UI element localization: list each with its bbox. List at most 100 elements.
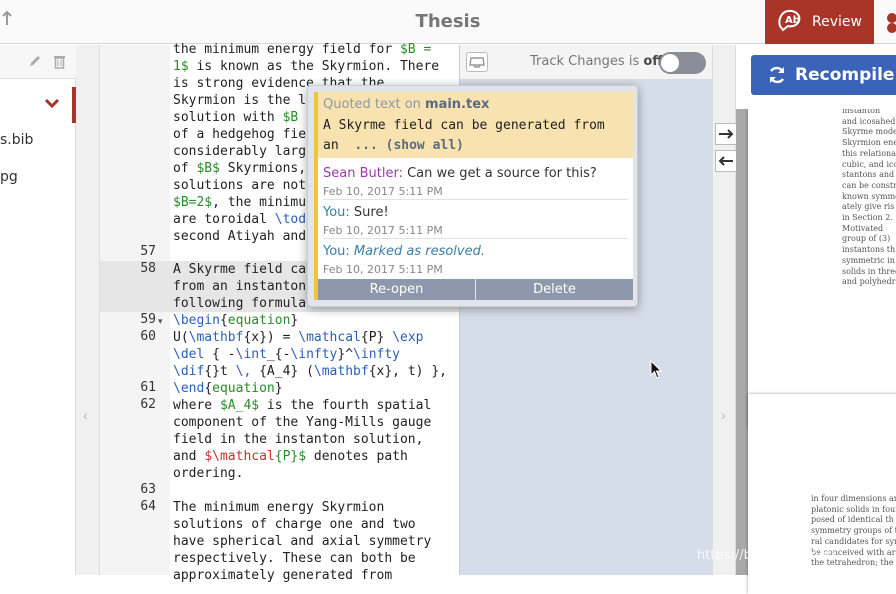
code-command: \mathcal	[298, 330, 361, 345]
chevron-down-icon[interactable]	[44, 96, 60, 110]
code-text: respectively. These can both be	[173, 551, 416, 566]
sync-to-pdf-button[interactable]	[715, 123, 737, 145]
code-math: $B =	[399, 42, 432, 57]
review-label: Review	[812, 14, 862, 30]
code-math: $B$	[196, 161, 220, 176]
comment-author: You:	[323, 244, 350, 259]
code-text: Skyrmion is the l	[173, 93, 307, 108]
review-button[interactable]: Ab Review	[765, 0, 874, 44]
code-text: {	[219, 313, 228, 328]
code-command: \tod	[274, 212, 307, 227]
code-text: denotes path	[306, 449, 408, 464]
code-command: \del	[173, 347, 205, 362]
chevron-right-icon[interactable]: ›	[721, 407, 726, 423]
code-text: U(	[173, 330, 189, 345]
sync-to-code-button[interactable]	[715, 150, 737, 172]
chat-icon[interactable]	[884, 10, 896, 34]
code-text: }^	[337, 347, 354, 362]
code-command: \exp	[392, 330, 424, 345]
comment-message: You: Marked as resolved. Feb 10, 2017 5:…	[323, 242, 628, 276]
code-text: approximately generated from	[173, 568, 393, 583]
rename-pencil-icon[interactable]	[28, 54, 42, 68]
code-text: and	[173, 449, 205, 464]
code-command: \dif	[173, 364, 205, 379]
inbox-icon[interactable]	[466, 52, 488, 72]
code-command: \,	[235, 364, 252, 379]
code-text: }	[274, 381, 283, 396]
chevron-left-icon[interactable]: ‹	[83, 407, 88, 423]
code-env: equation	[227, 313, 291, 328]
line-number: 63	[140, 482, 156, 497]
comment-message: Sean Butler: Can we get a source for thi…	[323, 164, 628, 198]
code-text: have spherical and axial symmetry	[173, 534, 432, 549]
pdf-toolbar: Recompile	[736, 45, 896, 109]
line-number: 57	[140, 244, 156, 259]
code-text: of a hedgehog fie	[173, 127, 307, 142]
comment-date: Feb 10, 2017 5:11 PM	[323, 224, 443, 237]
folder-row-expanded[interactable]	[0, 87, 76, 123]
code-math: $B=2$	[173, 195, 213, 210]
code-math: $A_4$	[219, 398, 260, 413]
delete-trash-icon[interactable]	[53, 54, 66, 69]
code-command: \int	[235, 347, 267, 362]
code-text-block: A Skyrme field ca from an instanton foll…	[173, 261, 447, 584]
code-text: component of the Yang-Mills gauge	[173, 415, 432, 430]
project-title: Thesis	[415, 11, 481, 32]
line-number: 62	[140, 397, 156, 412]
code-command: \mathbf	[188, 330, 244, 345]
code-text: field in the instanton solution,	[173, 432, 424, 447]
code-text: solutions are not	[173, 178, 307, 193]
track-changes-status: Track Changes is off	[530, 54, 663, 69]
toggle-knob	[661, 54, 679, 72]
code-text: {}t	[204, 364, 236, 379]
code-text: { -	[204, 347, 236, 362]
reopen-button[interactable]: Re-open	[318, 279, 475, 300]
code-text: where	[173, 398, 220, 413]
file-tree-toolbar	[0, 45, 76, 79]
comment-text: Sure!	[349, 205, 389, 220]
recompile-label: Recompile	[795, 65, 895, 85]
comment-message: You: Sure! Feb 10, 2017 5:11 PM	[323, 203, 628, 237]
recompile-button[interactable]: Recompile	[751, 55, 896, 95]
resolved-text: Marked as resolved.	[349, 244, 485, 259]
quote-text: A Skyrme field can be generated from an …	[323, 118, 605, 153]
code-text: The minimum energy Skyrmion	[173, 500, 385, 515]
comment-date: Feb 10, 2017 5:11 PM	[323, 185, 443, 198]
line-number: 64	[140, 499, 156, 514]
code-command: \infty	[290, 347, 338, 362]
track-changes-toggle[interactable]	[659, 52, 706, 74]
line-number: 58	[140, 261, 156, 276]
code-env: equation	[212, 381, 275, 396]
code-text: solution with	[173, 110, 283, 125]
comment-author: You:	[323, 205, 350, 220]
code-text: _{-	[266, 347, 291, 362]
file-item-bib[interactable]: s.bib	[0, 132, 33, 148]
comment-author: Sean Butler:	[323, 166, 403, 181]
code-text: from an instanton	[173, 279, 307, 294]
code-text: second Atiyah and	[173, 229, 307, 244]
code-command: \infty	[353, 347, 401, 362]
show-all-link[interactable]: ... (show all)	[354, 138, 464, 153]
code-text: considerably larg	[173, 144, 307, 159]
track-changes-icon: Ab	[778, 9, 801, 32]
pdf-viewer[interactable]: instanton and icosahed Skyrme mode Skyrmion…	[736, 45, 896, 594]
thread-actions: Re-open Delete	[318, 279, 633, 300]
left-pane-toggle-strip[interactable]: ‹	[76, 45, 100, 575]
file-item-image[interactable]: pg	[0, 169, 18, 185]
line-number: 59	[140, 312, 156, 327]
quote-header: Quoted text on main.tex	[323, 97, 490, 112]
code-command: \begin	[173, 313, 220, 328]
code-command: \mathbf	[313, 364, 369, 379]
review-toolbar: Track Changes is off	[460, 45, 713, 80]
mouse-cursor-icon	[650, 360, 663, 379]
code-text: solutions of charge one and two	[173, 517, 416, 532]
code-text: are toroidal	[173, 212, 275, 227]
line-number: 61	[140, 380, 156, 395]
code-math: {P}$	[274, 449, 307, 464]
line-number: 60	[140, 329, 156, 344]
comment-thread-popup: Quoted text on main.tex A Skyrme field c…	[307, 85, 638, 307]
code-text: A Skyrme field ca	[173, 262, 307, 277]
fold-arrow-icon[interactable]: ▾	[158, 316, 163, 327]
code-text: {A_4} (	[251, 364, 314, 379]
delete-button[interactable]: Delete	[476, 279, 633, 300]
